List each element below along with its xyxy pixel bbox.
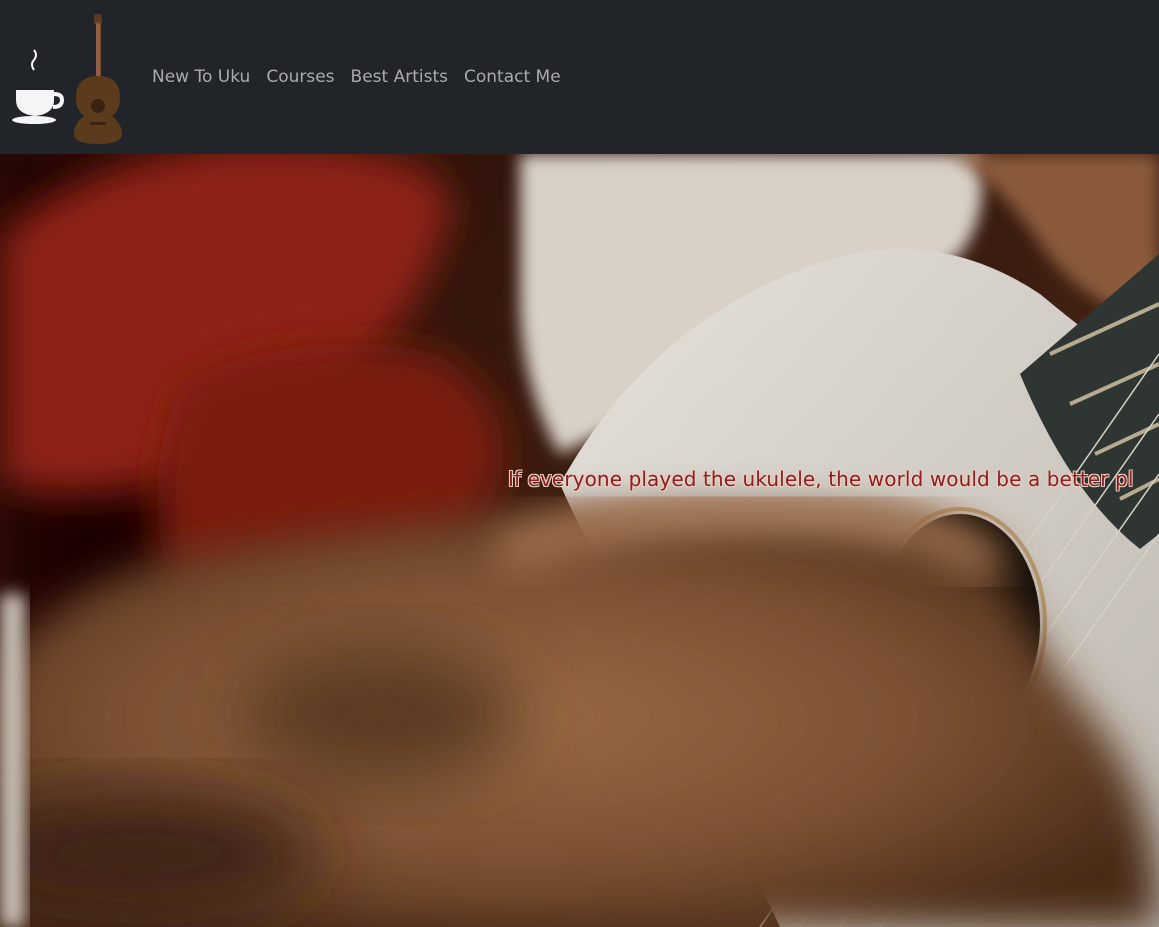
navbar: New To Uku Courses Best Artists Contact … bbox=[0, 0, 1159, 154]
hero-quote: If everyone played the ukulele, the worl… bbox=[508, 467, 1134, 491]
nav-link-courses[interactable]: Courses bbox=[258, 64, 342, 90]
nav-link-contact-me[interactable]: Contact Me bbox=[456, 64, 569, 90]
nav-link-new-to-uku[interactable]: New To Uku bbox=[152, 64, 258, 90]
coffee-cup-icon bbox=[12, 49, 65, 124]
nav-link-best-artists[interactable]: Best Artists bbox=[343, 64, 456, 90]
brand-logo[interactable] bbox=[10, 10, 132, 144]
ukulele-icon bbox=[74, 14, 122, 144]
hero-image bbox=[0, 154, 1159, 927]
main-nav: New To Uku Courses Best Artists Contact … bbox=[152, 64, 569, 90]
hero-section: If everyone played the ukulele, the worl… bbox=[0, 154, 1159, 927]
